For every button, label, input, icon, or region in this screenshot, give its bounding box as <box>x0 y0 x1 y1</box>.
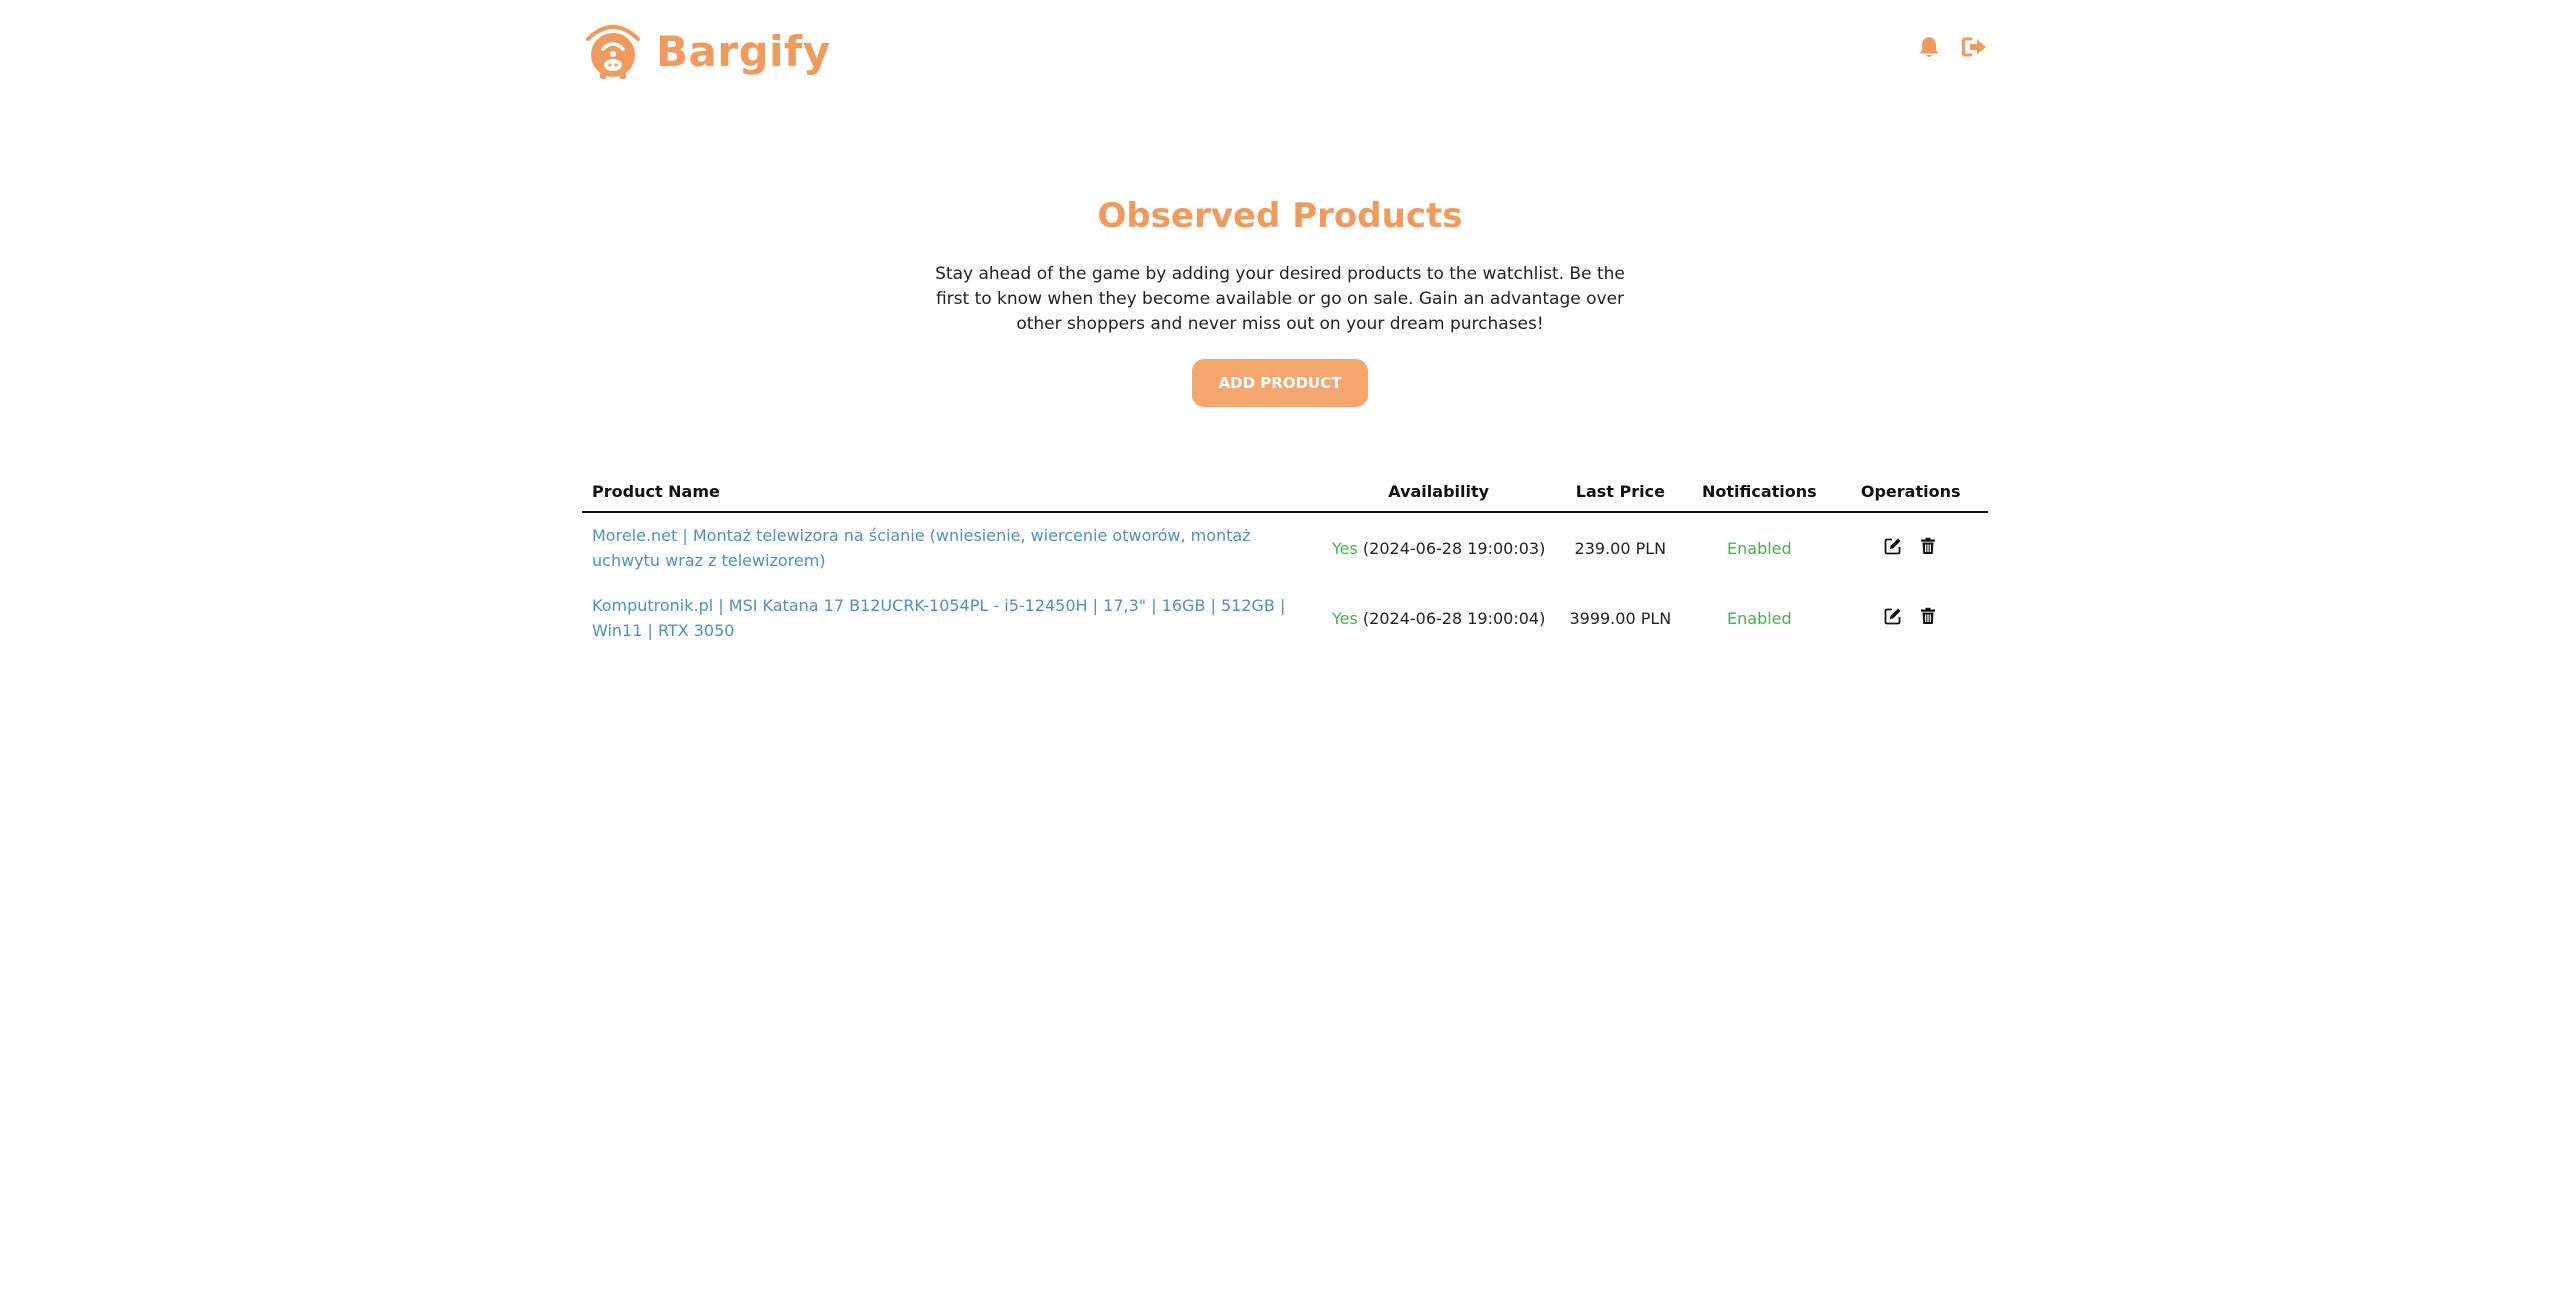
edit-button[interactable] <box>1884 607 1902 625</box>
header-product-name: Product Name <box>582 472 1322 513</box>
trash-icon <box>1920 607 1935 624</box>
availability-timestamp: (2024-06-28 19:00:04) <box>1362 608 1546 628</box>
availability-status: Yes <box>1332 538 1358 558</box>
table-header-row: Product Name Availability Last Price Not… <box>582 472 1988 513</box>
header-last-price: Last Price <box>1555 472 1686 513</box>
notifications-status: Enabled <box>1727 608 1792 628</box>
top-header: Bargify <box>582 22 1988 80</box>
product-name-cell: Komputronik.pl | MSI Katana 17 B12UCRK-1… <box>582 583 1322 653</box>
edit-icon <box>1884 538 1901 555</box>
bell-icon <box>1919 36 1939 57</box>
delete-button[interactable] <box>1920 537 1938 555</box>
header-availability: Availability <box>1322 472 1556 513</box>
products-table: Product Name Availability Last Price Not… <box>582 472 1988 653</box>
availability-cell: Yes (2024-06-28 19:00:04) <box>1322 583 1555 653</box>
header-operations: Operations <box>1833 472 1988 513</box>
piggy-wifi-icon <box>586 25 640 79</box>
logout-icon <box>1962 37 1986 57</box>
brand-logo[interactable]: Bargify <box>582 22 831 80</box>
notifications-status: Enabled <box>1727 538 1792 558</box>
last-price: 239.00 PLN <box>1574 538 1667 558</box>
header-notifications: Notifications <box>1685 472 1834 513</box>
add-product-button[interactable]: ADD PRODUCT <box>1192 359 1368 407</box>
edit-icon <box>1884 608 1901 625</box>
table-row: Komputronik.pl | MSI Katana 17 B12UCRK-1… <box>582 583 1988 653</box>
products-table-container: Product Name Availability Last Price Not… <box>582 472 1988 653</box>
table-row: Morele.net | Montaż telewizora na ściani… <box>582 512 1988 583</box>
header-actions <box>1916 34 1988 60</box>
edit-button[interactable] <box>1884 537 1902 555</box>
operations-cell <box>1833 583 1988 653</box>
hero-section: Observed Products Stay ahead of the game… <box>0 196 2560 407</box>
page-title: Observed Products <box>1097 196 1463 236</box>
operations-cell <box>1833 512 1988 583</box>
trash-icon <box>1920 537 1935 554</box>
notifications-button[interactable] <box>1916 34 1942 60</box>
last-price: 3999.00 PLN <box>1569 608 1672 628</box>
product-link[interactable]: Morele.net | Montaż telewizora na ściani… <box>592 526 1251 570</box>
availability-cell: Yes (2024-06-28 19:00:03) <box>1322 512 1555 583</box>
brand-name: Bargify <box>656 26 831 76</box>
page-description: Stay ahead of the game by adding your de… <box>935 264 1625 334</box>
product-link[interactable]: Komputronik.pl | MSI Katana 17 B12UCRK-1… <box>592 596 1285 640</box>
availability-timestamp: (2024-06-28 19:00:03) <box>1362 538 1546 558</box>
availability-status: Yes <box>1332 608 1358 628</box>
delete-button[interactable] <box>1920 607 1938 625</box>
product-name-cell: Morele.net | Montaż telewizora na ściani… <box>582 512 1322 583</box>
logout-button[interactable] <box>1962 34 1988 60</box>
